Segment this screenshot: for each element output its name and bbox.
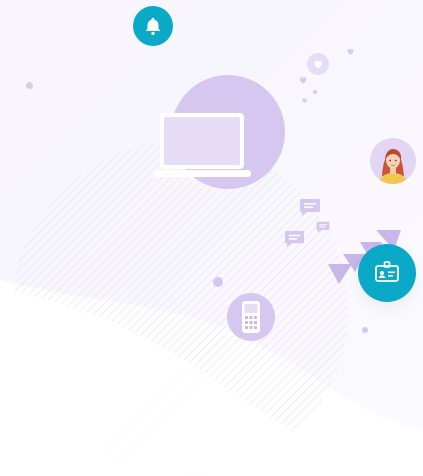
bell-icon (145, 17, 161, 36)
decor-dot (313, 90, 317, 94)
illustration-scene (0, 0, 423, 476)
heart-icon (299, 77, 307, 84)
decor-dot (26, 82, 33, 89)
decor-dot (362, 327, 368, 333)
chat-bubble-icon (285, 230, 304, 248)
avatar-woman (370, 138, 416, 184)
notification-badge (133, 6, 173, 46)
avatar (370, 138, 416, 184)
laptop-icon (153, 113, 251, 177)
smartphone-badge (227, 293, 275, 341)
smartphone-icon (242, 301, 260, 333)
heart-icon (347, 49, 354, 55)
heart-icon (302, 98, 307, 104)
id-card-icon (375, 261, 399, 282)
decor-dot (213, 277, 223, 287)
id-card-badge (358, 244, 416, 302)
chat-bubble-icon (300, 199, 320, 216)
heart-badge (307, 53, 329, 75)
heart-icon (314, 60, 322, 69)
